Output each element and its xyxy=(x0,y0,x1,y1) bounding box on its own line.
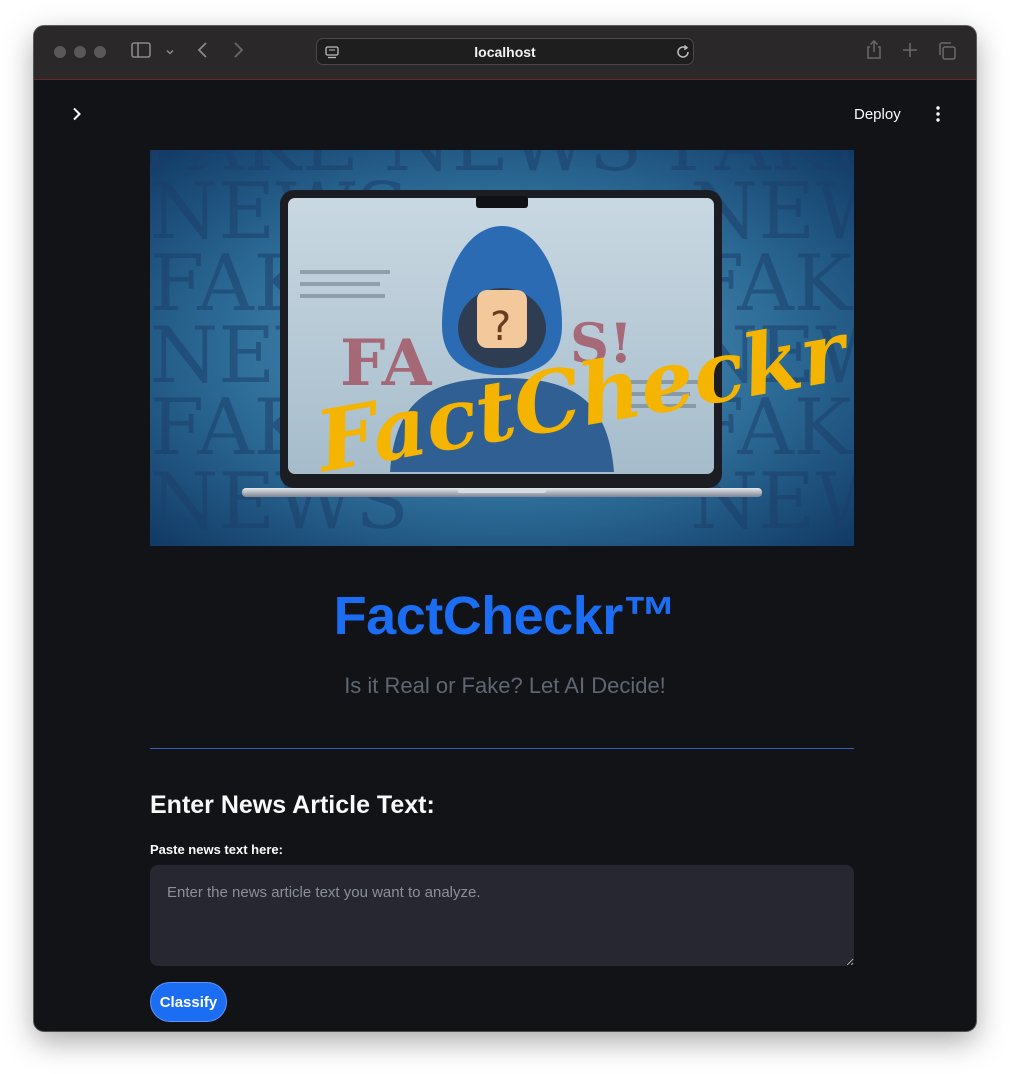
page-subtitle: Is it Real or Fake? Let AI Decide! xyxy=(344,673,666,698)
chevron-down-icon[interactable] xyxy=(164,43,176,62)
sidebar-toggle-icon[interactable] xyxy=(131,41,151,63)
page-title: FactCheckr™ xyxy=(333,586,677,646)
zoom-window-button[interactable] xyxy=(94,46,106,58)
app-content: Deploy NEWS NE FAKE FAK NEWS NE FAKE FAK… xyxy=(34,80,976,1031)
news-text-label: Paste news text here: xyxy=(150,842,283,857)
divider xyxy=(150,748,854,749)
svg-text:?: ? xyxy=(490,304,511,350)
minimize-window-button[interactable] xyxy=(74,46,86,58)
browser-window: localhost Deploy NEWS NE FAKE FAK NEWS N… xyxy=(34,26,976,1031)
share-icon[interactable] xyxy=(865,39,883,64)
news-text-input[interactable] xyxy=(150,865,854,966)
sidebar-expand-icon[interactable] xyxy=(70,107,84,126)
new-tab-icon[interactable] xyxy=(902,42,918,62)
forward-icon[interactable] xyxy=(231,41,245,63)
tab-overview-icon[interactable] xyxy=(938,42,956,64)
hero-image: FAKE NEWS FAKE NEWS NEWS FAKE FAKE NEWS … xyxy=(150,150,854,546)
deploy-button[interactable]: Deploy xyxy=(854,106,901,123)
section-heading: Enter News Article Text: xyxy=(150,791,435,819)
close-window-button[interactable] xyxy=(54,46,66,58)
classify-button[interactable]: Classify xyxy=(150,982,227,1022)
browser-toolbar: localhost xyxy=(34,26,976,80)
reload-icon[interactable] xyxy=(675,44,691,64)
address-bar[interactable]: localhost xyxy=(316,38,694,65)
back-icon[interactable] xyxy=(196,41,210,63)
main-menu-icon[interactable] xyxy=(934,105,942,128)
url-text[interactable]: localhost xyxy=(317,44,693,60)
